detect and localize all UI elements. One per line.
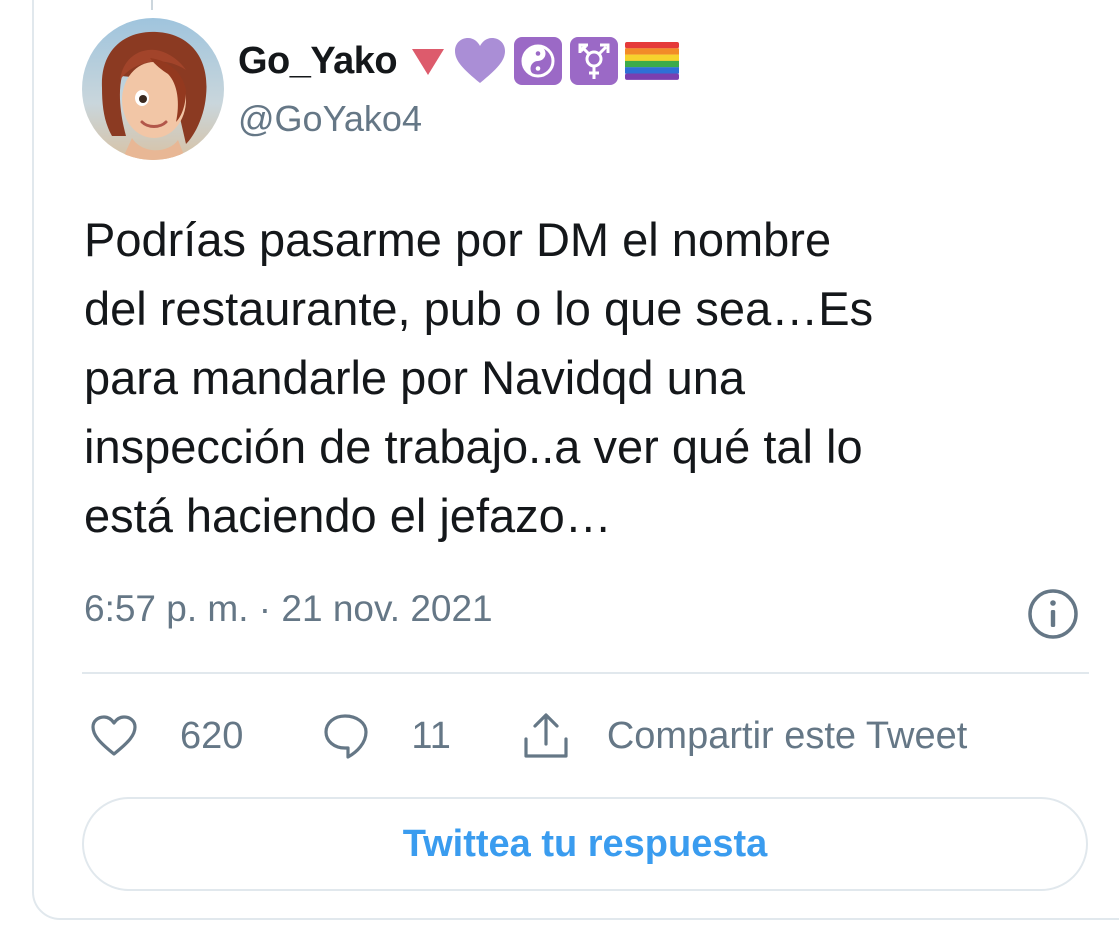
purple-heart-icon — [455, 38, 506, 83]
heart-icon — [91, 715, 137, 756]
yin-yang-icon — [514, 37, 563, 85]
info-circle-icon[interactable] — [1027, 588, 1079, 640]
reply-button[interactable]: 11 — [321, 711, 451, 761]
tweet-actions: 620 11 Compartir este Tweet — [90, 705, 967, 767]
reply-composer-label: Twittea tu respuesta — [402, 822, 768, 865]
display-name[interactable]: Go_Yako — [238, 40, 398, 83]
speech-bubble-icon — [324, 714, 369, 759]
thread-connector-line — [151, 0, 153, 10]
red-down-triangle-icon — [412, 49, 445, 75]
name-emojis — [409, 36, 685, 86]
divider — [82, 672, 1089, 674]
reply-count: 11 — [411, 714, 451, 757]
transgender-symbol-icon — [570, 37, 619, 85]
tweet-timestamp[interactable]: 6:57 p. m. · 21 nov. 2021 — [84, 588, 493, 630]
like-count: 620 — [180, 714, 244, 757]
reply-composer-button[interactable]: Twittea tu respuesta — [82, 797, 1088, 891]
like-button[interactable]: 620 — [90, 714, 243, 758]
share-upload-icon — [524, 713, 568, 758]
tweet-text: Podrías pasarme por DM el nombre del res… — [84, 213, 874, 542]
rainbow-flag-icon — [625, 42, 680, 80]
share-button[interactable]: Compartir este Tweet — [521, 711, 967, 761]
user-handle[interactable]: @GoYako4 — [238, 98, 422, 140]
share-label: Compartir este Tweet — [606, 714, 968, 757]
avatar[interactable] — [82, 18, 224, 160]
display-name-row[interactable]: Go_Yako — [238, 36, 685, 86]
